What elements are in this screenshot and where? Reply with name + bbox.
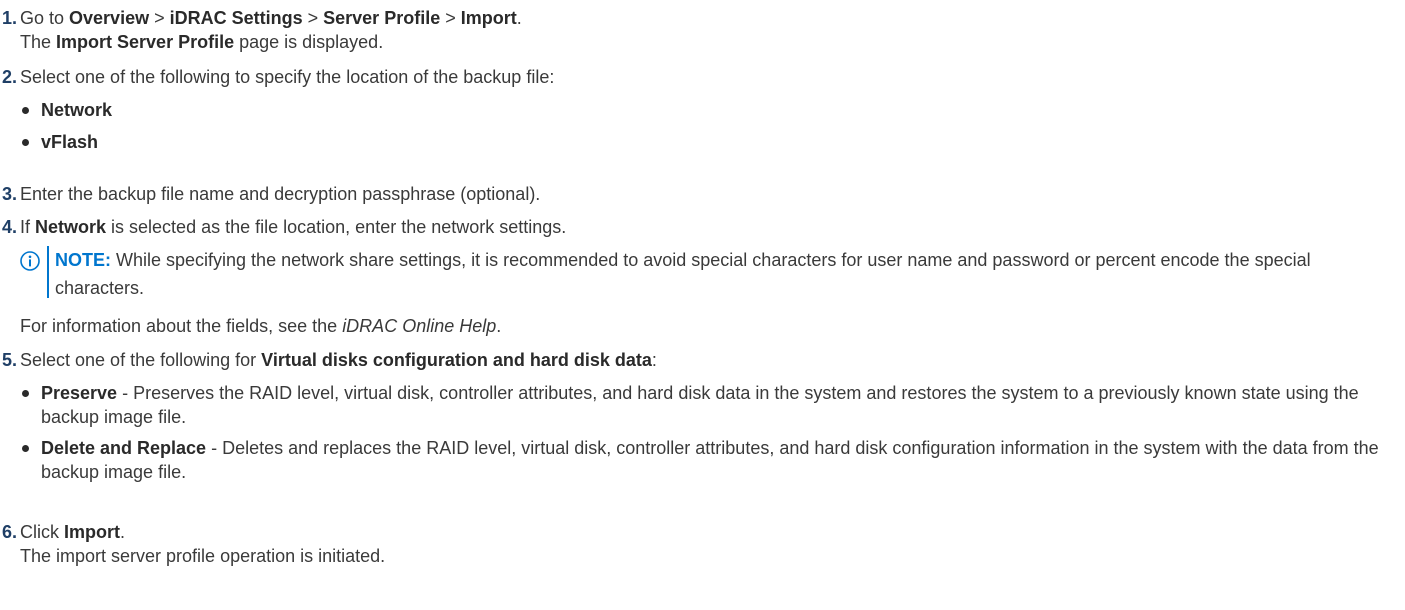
step-number: 3. bbox=[2, 184, 18, 204]
note-accent-bar bbox=[47, 246, 49, 298]
step-number: 6. bbox=[2, 522, 18, 542]
step-4-instruction: If Network is selected as the file locat… bbox=[20, 217, 567, 237]
step-3-instruction: Enter the backup file name and decryptio… bbox=[20, 184, 541, 204]
option-vflash: vFlash bbox=[41, 132, 99, 152]
step-number: 4. bbox=[2, 217, 18, 237]
note-text: NOTE: While specifying the network share… bbox=[55, 250, 1311, 298]
procedure-document: 1. Go to Overview > iDRAC Settings > Ser… bbox=[0, 0, 1405, 610]
bullet-icon bbox=[22, 445, 29, 452]
path-server-profile: Server Profile bbox=[323, 8, 441, 28]
path-import: Import bbox=[460, 8, 517, 28]
option-delete-and-replace: Delete and Replace - Deletes and replace… bbox=[41, 438, 1379, 482]
list-item: Preserve - Preserves the RAID level, vir… bbox=[20, 381, 1385, 429]
step-6-instruction: Click Import. bbox=[20, 522, 126, 542]
option-network: Network bbox=[41, 100, 113, 120]
step-1-instruction: Go to Overview > iDRAC Settings > Server… bbox=[20, 8, 522, 28]
list-item: Delete and Replace - Deletes and replace… bbox=[20, 436, 1385, 484]
bullet-icon bbox=[22, 107, 29, 114]
step-number: 2. bbox=[2, 67, 18, 87]
note-callout: NOTE: While specifying the network share… bbox=[20, 246, 1390, 299]
step-number: 5. bbox=[2, 350, 18, 370]
step-number: 1. bbox=[2, 8, 18, 28]
note-label: NOTE: bbox=[55, 250, 111, 270]
step-2-instruction: Select one of the following to specify t… bbox=[20, 67, 555, 87]
path-idrac-settings: iDRAC Settings bbox=[169, 8, 303, 28]
bullet-icon bbox=[22, 390, 29, 397]
import-label: Import bbox=[64, 522, 120, 542]
bullet-icon bbox=[22, 139, 29, 146]
step-5-instruction: Select one of the following for Virtual … bbox=[20, 350, 657, 370]
online-help-link-text: iDRAC Online Help bbox=[342, 316, 497, 336]
step-6-result: The import server profile operation is i… bbox=[20, 546, 386, 566]
info-circle-icon bbox=[20, 251, 40, 271]
step-1-result: The Import Server Profile page is displa… bbox=[20, 32, 384, 52]
path-overview: Overview bbox=[69, 8, 150, 28]
option-preserve: Preserve - Preserves the RAID level, vir… bbox=[41, 383, 1359, 427]
online-help-reference: For information about the fields, see th… bbox=[20, 316, 502, 336]
